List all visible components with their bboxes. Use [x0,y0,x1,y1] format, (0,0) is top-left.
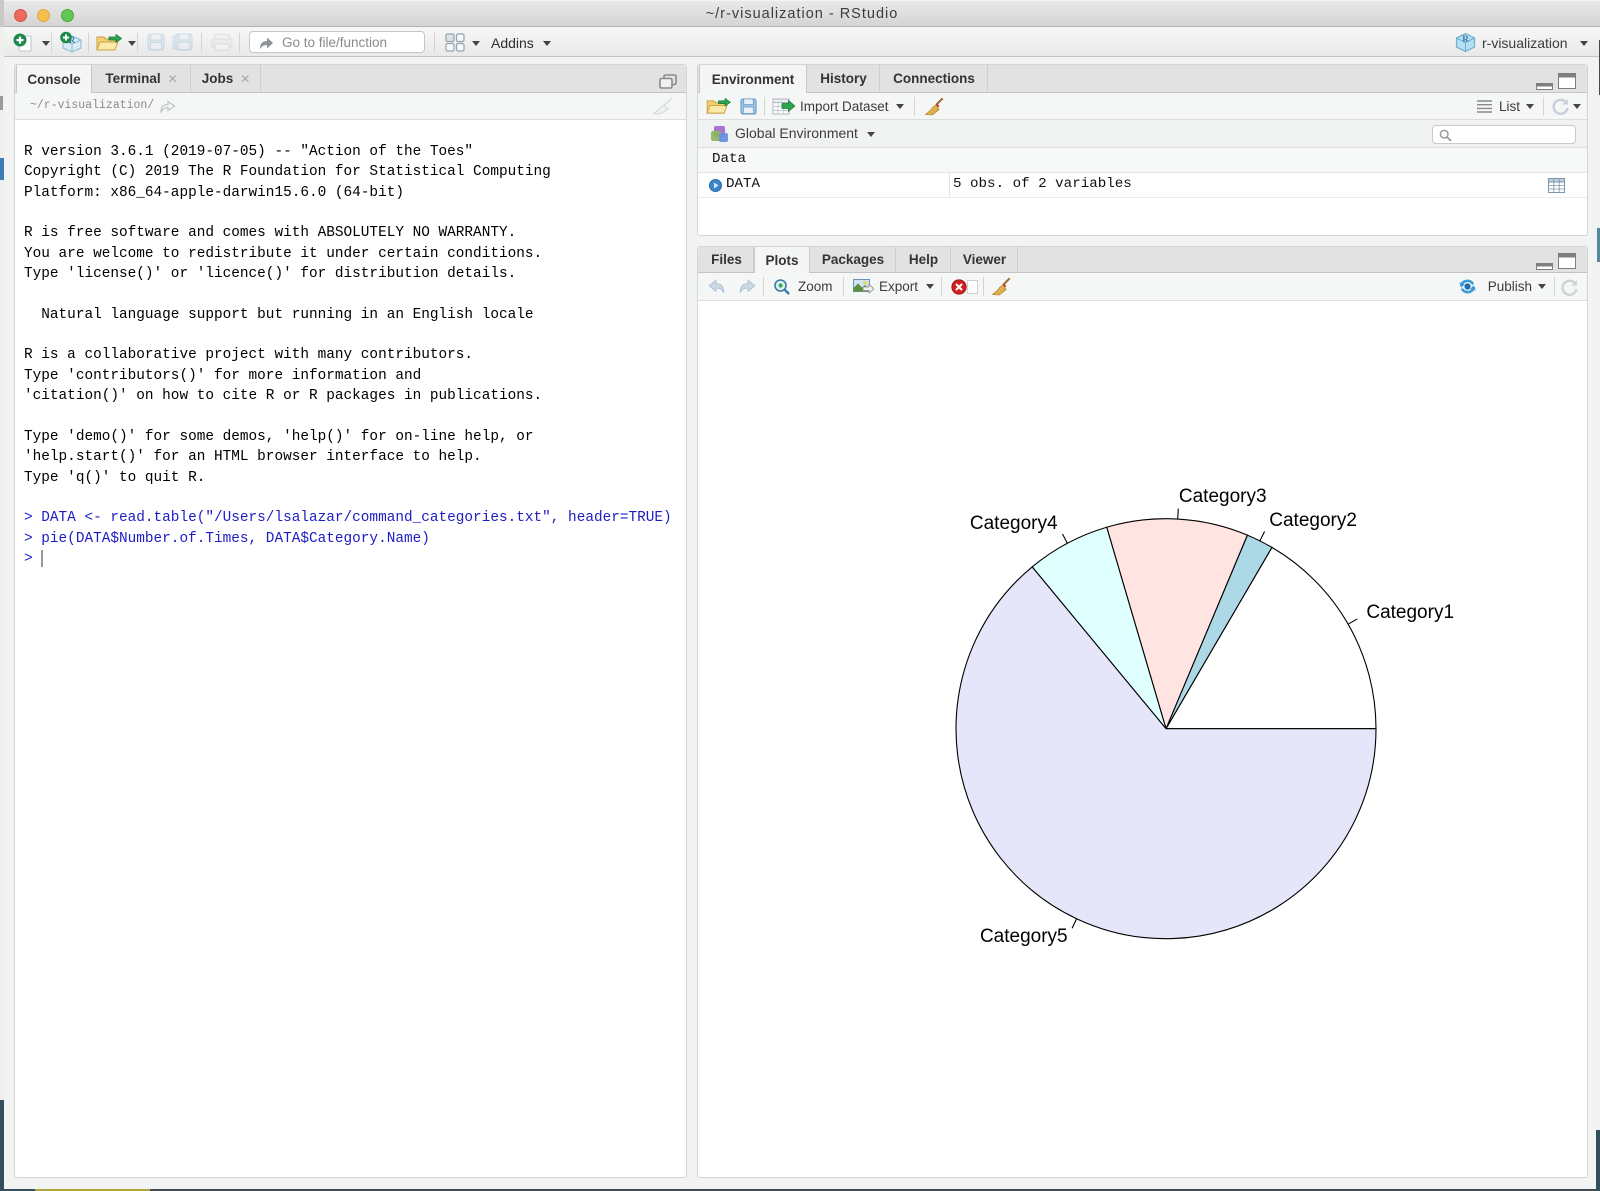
svg-text:R: R [1462,34,1469,44]
svg-text:Category3: Category3 [1179,486,1267,507]
svg-text:Category2: Category2 [1269,510,1357,531]
svg-text:Category4: Category4 [970,513,1058,534]
svg-text:Category5: Category5 [980,926,1068,947]
svg-text:Category1: Category1 [1366,602,1454,623]
